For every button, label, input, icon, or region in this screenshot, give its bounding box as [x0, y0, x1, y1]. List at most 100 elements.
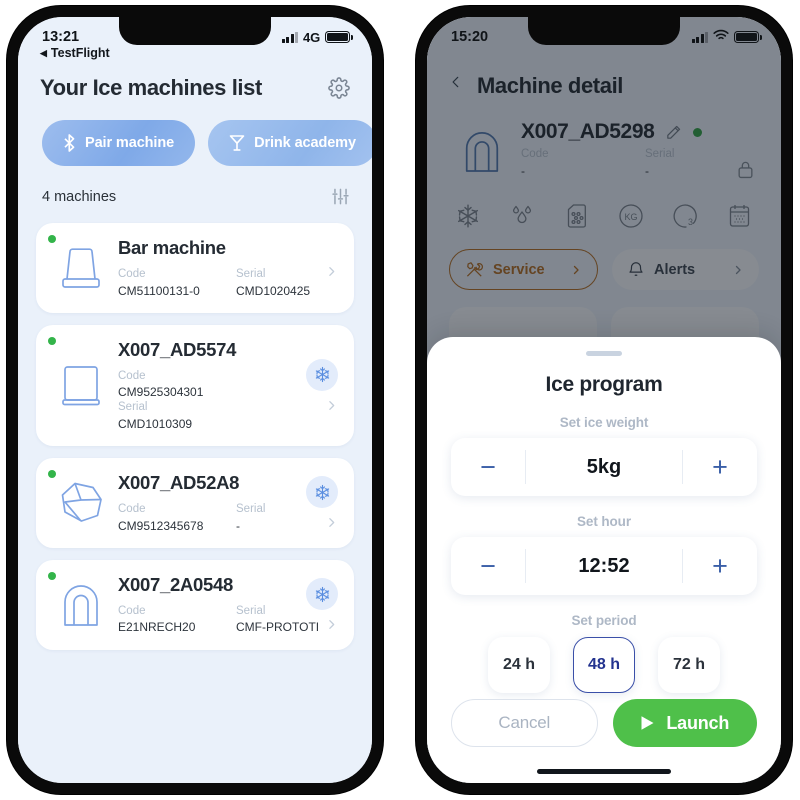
machine-card[interactable]: X007_AD5574 Code CM9525304301 Serial CMD… [36, 324, 354, 447]
machine-name: X007_AD5574 [118, 338, 237, 360]
set-hour-increment[interactable]: + [683, 537, 757, 595]
set-hour-stepper: − 12:52 + [451, 537, 757, 595]
machine-meta: Code E21NRECH20 Serial CMF-PROTOTI [118, 604, 319, 636]
drag-handle[interactable] [586, 351, 622, 356]
ice-weight-decrement[interactable]: − [451, 438, 525, 496]
machine-code-col: Code CM51100131-0 [118, 267, 236, 299]
battery-full-icon [734, 30, 762, 44]
list-header: Your Ice machines list [40, 75, 350, 101]
machine-serial-col: Serial CMD1010309 [118, 400, 302, 432]
ice-weight-increment[interactable]: + [683, 438, 757, 496]
snowflake-icon[interactable] [306, 578, 338, 611]
play-icon [641, 716, 654, 730]
launch-label: Launch [666, 712, 730, 733]
wifi-icon [713, 29, 729, 45]
machine-name: X007_2A0548 [118, 573, 233, 595]
phone-right: Machine detail X007_AD5298 [416, 6, 792, 794]
ice-program-sheet: Ice program Set ice weight − 5kg + Set h… [427, 337, 781, 783]
home-indicator [537, 769, 671, 774]
cocktail-glass-icon [229, 135, 245, 151]
machine-code-col: Code E21NRECH20 [118, 604, 236, 636]
card-right-rail [302, 576, 338, 634]
code-value: CM51100131-0 [118, 283, 200, 298]
machine-meta: Code CM51100131-0 Serial CMD1020425 [118, 267, 325, 299]
sheet-title: Ice program [545, 373, 663, 396]
status-indicators [691, 29, 762, 45]
notch [528, 17, 680, 45]
serial-value: CMD1010309 [118, 416, 193, 431]
period-option-72h[interactable]: 72 h [658, 637, 720, 693]
status-indicators: 4G [281, 30, 353, 45]
notch [119, 17, 271, 45]
ice-nugget-icon [50, 475, 112, 531]
drink-academy-button[interactable]: Drink academy [208, 120, 372, 166]
card-right-rail [325, 239, 338, 297]
chevron-right-icon [325, 265, 338, 278]
drink-academy-label: Drink academy [254, 135, 356, 151]
machine-info: X007_AD5574 Code CM9525304301 Serial CMD… [118, 339, 302, 432]
machine-info: Bar machine Code CM51100131-0 Serial CMD… [118, 237, 325, 299]
code-label: Code [118, 503, 146, 516]
gear-icon[interactable] [328, 77, 350, 99]
phone-left: 13:21 4G ◀ TestFlight Your Ice machines … [7, 6, 383, 794]
set-hour-value: 12:52 [525, 549, 683, 583]
code-value: CM9525304301 [118, 385, 204, 400]
snowflake-icon[interactable] [306, 476, 338, 509]
arch-machine-icon [50, 577, 112, 633]
machine-code-col: Code CM9512345678 [118, 502, 236, 534]
code-value: E21NRECH20 [118, 620, 196, 635]
signal-bars-icon [691, 31, 708, 43]
right-screen: Machine detail X007_AD5298 [427, 17, 781, 783]
sheet-action-row: Cancel Launch [451, 699, 757, 747]
testflight-label: TestFlight [50, 46, 110, 60]
machines-count-label: 4 machines [42, 188, 117, 205]
cube-machine-icon [50, 357, 112, 413]
back-arrow-icon: ◀ [40, 47, 47, 58]
code-label: Code [118, 604, 146, 617]
machine-detail-screen: Machine detail X007_AD5298 [427, 17, 781, 783]
machine-name: Bar machine [118, 237, 226, 258]
ice-weight-value: 5kg [525, 450, 683, 484]
chevron-right-icon [325, 618, 338, 631]
sliders-icon[interactable] [331, 187, 350, 206]
code-value: CM9512345678 [118, 518, 204, 533]
set-hour-label: Set hour [577, 514, 631, 529]
chevron-right-icon [325, 516, 338, 529]
machine-card[interactable]: X007_AD52A8 Code CM9512345678 Serial - [36, 458, 354, 548]
machine-card[interactable]: Bar machine Code CM51100131-0 Serial CMD… [36, 223, 354, 313]
page-title: Your Ice machines list [40, 75, 262, 100]
machine-info: X007_AD52A8 Code CM9512345678 Serial - [118, 472, 302, 534]
ice-weight-stepper: − 5kg + [451, 438, 757, 496]
machines-count-row: 4 machines [42, 187, 350, 206]
machine-code-col: Code CM9525304301 [118, 369, 302, 401]
status-dot-online [48, 336, 56, 345]
signal-bars-icon [281, 31, 299, 43]
machine-card[interactable]: X007_2A0548 Code E21NRECH20 Serial CMF-P… [36, 559, 354, 650]
cancel-button[interactable]: Cancel [451, 699, 598, 747]
status-dot-online [48, 571, 56, 580]
set-period-label: Set period [571, 613, 637, 628]
status-dot-online [48, 235, 56, 243]
machines-list-screen: 13:21 4G ◀ TestFlight Your Ice machines … [18, 17, 372, 783]
quick-action-chips: Pair machine Drink academy [42, 120, 372, 166]
machine-name: X007_AD52A8 [118, 472, 240, 494]
status-time: 15:20 [451, 29, 489, 45]
machines-list: Bar machine Code CM51100131-0 Serial CMD… [36, 223, 354, 662]
snowflake-icon[interactable] [306, 358, 338, 391]
period-options: 24 h 48 h 72 h [451, 637, 757, 693]
period-option-48h[interactable]: 48 h [573, 637, 635, 693]
dual-phone-mockup: 13:21 4G ◀ TestFlight Your Ice machines … [0, 0, 800, 800]
machine-meta: Code CM9525304301 Serial CMD1010309 [118, 369, 302, 432]
code-label: Code [118, 369, 146, 382]
code-label: Code [118, 268, 146, 280]
period-option-24h[interactable]: 24 h [488, 637, 550, 693]
chevron-right-icon [325, 399, 338, 412]
launch-button[interactable]: Launch [612, 699, 757, 747]
set-hour-decrement[interactable]: − [451, 537, 525, 595]
bar-machine-icon [50, 240, 112, 296]
pair-machine-button[interactable]: Pair machine [42, 120, 196, 166]
card-right-rail [302, 474, 338, 532]
ice-weight-label: Set ice weight [559, 415, 649, 430]
testflight-back-link[interactable]: ◀ TestFlight [40, 46, 110, 60]
bluetooth-icon [64, 134, 75, 152]
